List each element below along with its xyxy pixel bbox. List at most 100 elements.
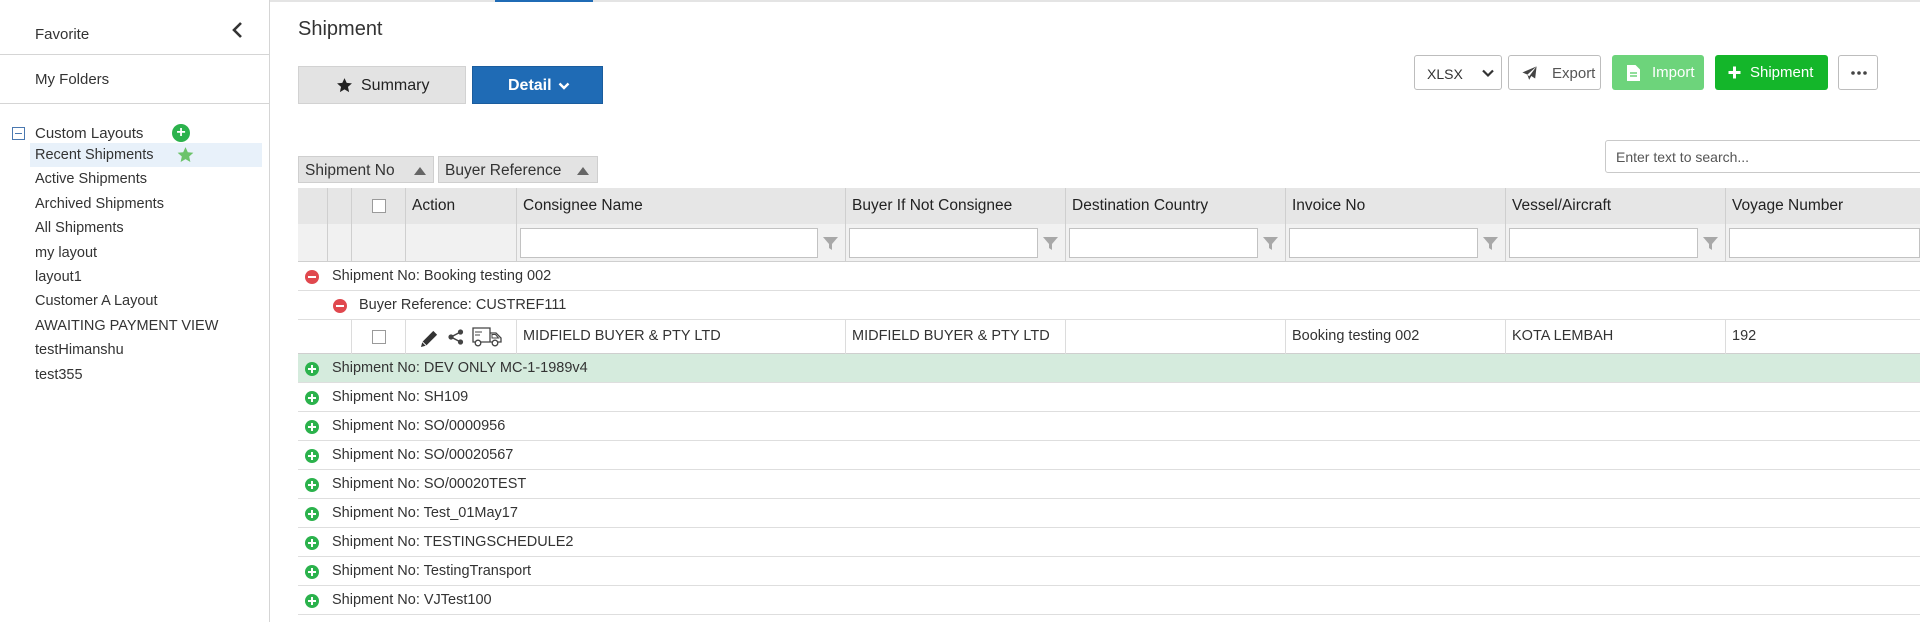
vessel-aircraft-filter-input[interactable]: [1509, 228, 1698, 258]
layout-item[interactable]: Archived Shipments: [30, 192, 262, 216]
add-layout-icon[interactable]: +: [172, 124, 190, 142]
plus-circle-icon[interactable]: [305, 594, 319, 608]
group-indent-column: [328, 188, 352, 262]
plus-circle-icon[interactable]: [305, 362, 319, 376]
sidebar-my-folders[interactable]: My Folders: [0, 55, 269, 104]
invoice-no-filter-input[interactable]: [1289, 228, 1478, 258]
sidebar: Favorite My Folders Custom Layouts + Rec…: [0, 0, 270, 622]
share-icon[interactable]: [448, 329, 464, 345]
sidebar-favorite[interactable]: Favorite: [0, 5, 269, 55]
select-all-checkbox[interactable]: [372, 199, 386, 213]
cell-buyer-if-not-consignee: MIDFIELD BUYER & PTY LTD: [846, 320, 1066, 354]
column-header-voyage-number[interactable]: Voyage Number: [1726, 188, 1920, 262]
detail-button[interactable]: Detail: [472, 66, 603, 104]
search-input[interactable]: [1605, 140, 1920, 173]
layout-item-label: Archived Shipments: [35, 195, 164, 212]
column-header-invoice-no[interactable]: Invoice No: [1286, 188, 1506, 262]
row-checkbox[interactable]: [372, 330, 386, 344]
column-header-buyer-if-not-consignee[interactable]: Buyer If Not Consignee: [846, 188, 1066, 262]
layout-item[interactable]: test355: [30, 363, 262, 387]
group-row-label: Shipment No: SH109: [332, 389, 469, 405]
cell-voyage-number: 192: [1726, 320, 1920, 354]
layout-item[interactable]: Customer A Layout: [30, 289, 262, 313]
plus-circle-icon[interactable]: [305, 565, 319, 579]
add-shipment-button[interactable]: Shipment: [1715, 55, 1828, 90]
group-row[interactable]: Shipment No: VJTest100: [298, 586, 1920, 615]
file-icon: [1627, 65, 1640, 81]
layout-item[interactable]: layout1: [30, 265, 262, 289]
consignee-name-filter-input[interactable]: [520, 228, 818, 258]
export-button[interactable]: Export: [1508, 55, 1601, 90]
layout-item-label: All Shipments: [35, 220, 124, 237]
plus-circle-icon[interactable]: [305, 478, 319, 492]
chevron-left-icon[interactable]: [230, 21, 246, 39]
funnel-icon[interactable]: [1483, 236, 1498, 251]
group-row[interactable]: Shipment No: SO/00020567: [298, 441, 1920, 470]
plus-circle-icon[interactable]: [305, 449, 319, 463]
plus-circle-icon[interactable]: [305, 420, 319, 434]
group-row[interactable]: Shipment No: SO/00020TEST: [298, 470, 1920, 499]
export-format-select[interactable]: XLSX: [1414, 55, 1502, 90]
plus-circle-icon[interactable]: [305, 536, 319, 550]
summary-button[interactable]: Summary: [298, 66, 466, 104]
buyer-if-not-consignee-filter-input[interactable]: [849, 228, 1038, 258]
layout-item[interactable]: testHimanshu: [30, 338, 262, 362]
plus-circle-icon[interactable]: [305, 507, 319, 521]
group-row[interactable]: Shipment No: Test_01May17: [298, 499, 1920, 528]
triangle-up-icon[interactable]: [577, 167, 589, 175]
layout-item[interactable]: Recent Shipments: [30, 143, 262, 168]
collapse-tree-icon[interactable]: [12, 127, 25, 140]
voyage-number-filter-input[interactable]: [1729, 228, 1920, 258]
layout-item[interactable]: Active Shipments: [30, 167, 262, 191]
layout-item-label: Active Shipments: [35, 171, 148, 188]
truck-icon[interactable]: [472, 326, 502, 347]
plus-circle-icon[interactable]: [305, 391, 319, 405]
group-chip-buyer-reference[interactable]: Buyer Reference: [438, 156, 598, 183]
star-icon[interactable]: [176, 146, 195, 164]
import-button[interactable]: Import: [1612, 55, 1704, 90]
group-row-label: Shipment No: SO/00020567: [332, 447, 514, 463]
funnel-icon[interactable]: [1263, 236, 1278, 251]
group-row-label: Shipment No: TESTINGSCHEDULE2: [332, 534, 574, 550]
column-header-label: Consignee Name: [523, 197, 643, 214]
group-row[interactable]: Shipment No: SO/0000956: [298, 412, 1920, 441]
layout-item[interactable]: All Shipments: [30, 216, 262, 240]
detail-label: Detail: [508, 77, 552, 94]
cell-destination-country: [1066, 320, 1286, 354]
funnel-icon[interactable]: [823, 236, 838, 251]
group-row-label: Shipment No: Booking testing 002: [332, 268, 552, 284]
funnel-icon[interactable]: [1703, 236, 1718, 251]
group-row-expanded[interactable]: Shipment No: Booking testing 002: [298, 262, 1920, 291]
column-header-vessel-aircraft[interactable]: Vessel/Aircraft: [1506, 188, 1726, 262]
group-row-label: Shipment No: DEV ONLY MC-1-1989v4: [332, 360, 588, 376]
group-row[interactable]: Shipment No: SH109: [298, 383, 1920, 412]
chevron-down-icon: [1482, 69, 1494, 78]
active-tab-indicator: [495, 0, 593, 2]
cell-text: MIDFIELD BUYER & PTY LTD: [523, 328, 721, 344]
export-format-value: XLSX: [1427, 66, 1463, 82]
table-row[interactable]: MIDFIELD BUYER & PTY LTD MIDFIELD BUYER …: [298, 320, 1920, 354]
column-header-destination-country[interactable]: Destination Country: [1066, 188, 1286, 262]
funnel-icon[interactable]: [1043, 236, 1058, 251]
minus-circle-icon[interactable]: [333, 299, 347, 313]
layout-item[interactable]: AWAITING PAYMENT VIEW: [30, 314, 262, 338]
column-header-label: Action: [412, 197, 456, 214]
group-row[interactable]: Shipment No: TESTINGSCHEDULE2: [298, 528, 1920, 557]
custom-layouts-label: Custom Layouts: [35, 125, 144, 142]
add-shipment-label: Shipment: [1750, 64, 1814, 81]
group-chip-shipment-no[interactable]: Shipment No: [298, 156, 434, 183]
group-chip-label: Shipment No: [305, 162, 395, 179]
minus-circle-icon[interactable]: [305, 270, 319, 284]
layout-item-label: test355: [35, 366, 83, 383]
cell-text: MIDFIELD BUYER & PTY LTD: [852, 328, 1050, 344]
pencil-icon[interactable]: [420, 329, 439, 348]
subgroup-row-expanded[interactable]: Buyer Reference: CUSTREF111: [298, 291, 1920, 320]
group-row-label: Shipment No: Test_01May17: [332, 505, 518, 521]
group-row[interactable]: Shipment No: DEV ONLY MC-1-1989v4: [298, 354, 1920, 383]
destination-country-filter-input[interactable]: [1069, 228, 1258, 258]
layout-item[interactable]: my layout: [30, 241, 262, 265]
more-options-button[interactable]: [1838, 55, 1878, 90]
group-row[interactable]: Shipment No: TestingTransport: [298, 557, 1920, 586]
column-header-consignee-name[interactable]: Consignee Name: [517, 188, 846, 262]
triangle-up-icon[interactable]: [414, 167, 426, 175]
